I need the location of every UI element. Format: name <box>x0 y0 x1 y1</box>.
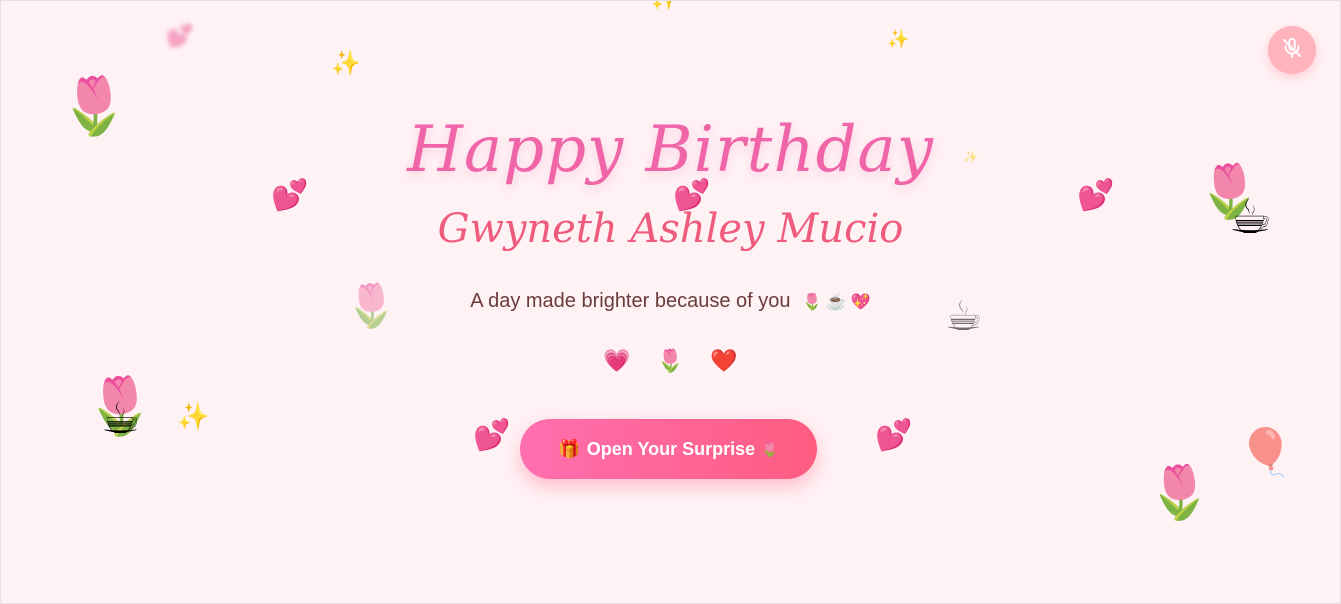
tagline-emojis: 🌷 ☕ 💖 <box>802 294 871 311</box>
gift-icon: 🎁 <box>558 438 581 459</box>
tulip-icon: 🌷 <box>761 440 779 457</box>
sparkles-decoration: ✨ <box>331 49 361 77</box>
sparkles-decoration: ✨ <box>177 402 210 432</box>
balloon-decoration: 🎈 <box>1237 425 1295 479</box>
tagline: A day made brighter because of you 🌷 ☕ 💖 <box>1 290 1340 313</box>
page-title: Happy Birthday <box>407 113 934 187</box>
hearts-decoration: 💕 <box>473 418 511 453</box>
heart-icon: 💗 <box>603 349 631 374</box>
tulip-decoration: 🌷 <box>1147 463 1212 523</box>
sparkles-decoration: ✨ <box>651 1 678 11</box>
tulip-icon: 🌷 <box>656 349 685 374</box>
sparkles-decoration: ✨ <box>887 29 910 50</box>
open-surprise-label: Open Your Surprise <box>586 438 756 459</box>
mute-toggle-button[interactable] <box>1268 26 1316 74</box>
blurred-hearts-decoration: 💕 <box>166 24 194 49</box>
heart-icon: ❤️ <box>710 349 738 374</box>
open-surprise-button[interactable]: 🎁 Open Your Surprise 🌷 <box>520 419 817 479</box>
recipient-name: Gwyneth Ashley Mucio <box>437 206 904 252</box>
birthday-page: 💕 🌷 ✨ ✨ ✨ ✨ 💕 💕 💕 🌷 ☕ 🌷 ☕ 🌷 ☕ ✨ 💕 💕 🎈 🌷 … <box>0 0 1341 604</box>
microphone-off-icon <box>1281 37 1303 63</box>
coffee-decoration: ☕ <box>101 393 141 444</box>
tagline-text: A day made brighter because of you <box>470 290 791 312</box>
icon-row: 💗 🌷 ❤️ <box>1 349 1340 374</box>
hearts-decoration: 💕 <box>875 418 913 453</box>
